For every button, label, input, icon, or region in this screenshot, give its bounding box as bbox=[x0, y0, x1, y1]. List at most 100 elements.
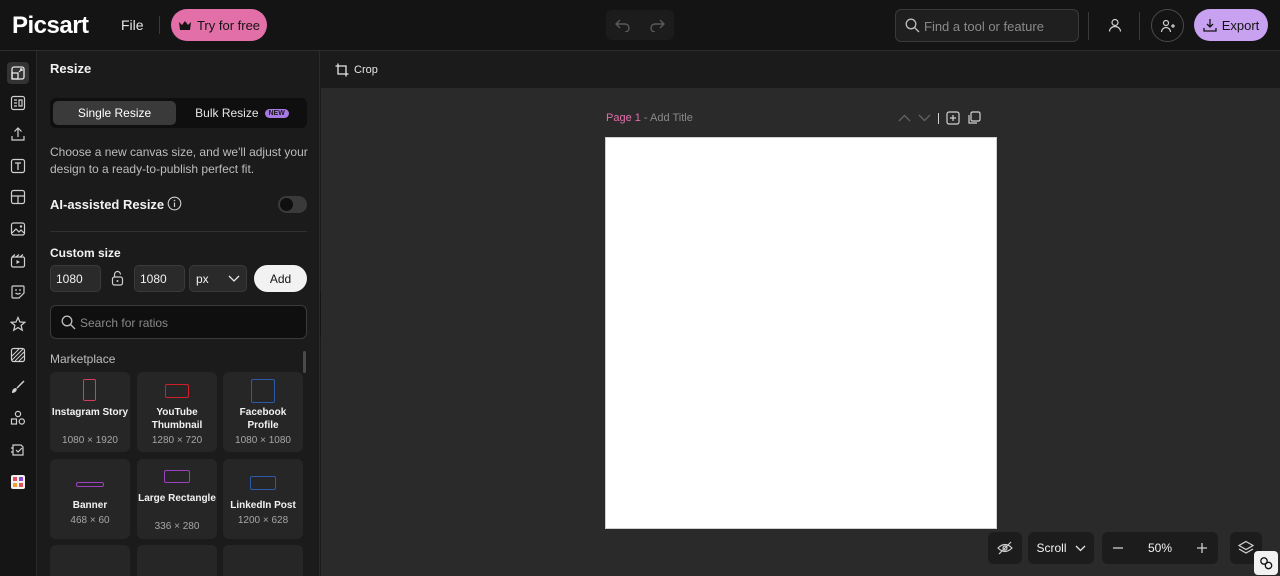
view-mode-select[interactable]: Scroll bbox=[1028, 532, 1094, 564]
search-icon bbox=[61, 315, 76, 330]
page-title-input[interactable]: Add Title bbox=[650, 112, 693, 124]
photos-icon[interactable] bbox=[9, 220, 27, 238]
preset-size: 336 × 280 bbox=[154, 521, 200, 532]
preset-card-linkedin-post[interactable]: LinkedIn Post 1200 × 628 bbox=[223, 459, 303, 539]
facebook-thumb bbox=[251, 379, 275, 403]
elements-icon[interactable] bbox=[9, 409, 27, 427]
width-input[interactable]: 1080 bbox=[50, 265, 101, 292]
upload-icon[interactable] bbox=[9, 125, 27, 143]
layout-icon[interactable] bbox=[9, 188, 27, 206]
undo-redo-group bbox=[606, 10, 674, 40]
assistant-button[interactable] bbox=[1254, 551, 1278, 575]
panel-title: Resize bbox=[50, 61, 92, 76]
share-button[interactable] bbox=[1151, 9, 1184, 42]
try-for-free-label: Try for free bbox=[196, 17, 261, 33]
crown-icon bbox=[178, 20, 191, 30]
visibility-toggle[interactable] bbox=[988, 532, 1022, 564]
lock-icon[interactable] bbox=[111, 270, 124, 286]
preset-size: 1200 × 628 bbox=[237, 515, 289, 526]
backgrounds-icon[interactable] bbox=[9, 346, 27, 364]
ai-tools-icon[interactable] bbox=[9, 441, 27, 459]
ratio-search-input[interactable]: Search for ratios bbox=[50, 305, 307, 339]
preset-card-instagram-story[interactable]: Instagram Story 1080 × 1920 bbox=[50, 372, 130, 452]
resize-description: Choose a new canvas size, and we'll adju… bbox=[50, 145, 308, 176]
preset-name: YouTube Thumbnail bbox=[151, 407, 203, 431]
chevron-up-icon[interactable] bbox=[898, 114, 911, 122]
zoom-level[interactable]: 50% bbox=[1148, 541, 1172, 555]
unit-value: px bbox=[196, 272, 209, 286]
chevron-down-icon bbox=[228, 275, 240, 282]
info-icon[interactable] bbox=[167, 196, 182, 211]
preset-name: Instagram Story bbox=[51, 407, 129, 418]
youtube-thumb bbox=[165, 384, 189, 398]
search-icon bbox=[905, 18, 920, 33]
preset-card-facebook-profile[interactable]: Facebook Profile 1080 × 1080 bbox=[223, 372, 303, 452]
stickers-icon[interactable] bbox=[9, 283, 27, 301]
context-toolbar: Crop bbox=[321, 51, 1280, 89]
zoom-out-icon[interactable] bbox=[1112, 542, 1124, 554]
preset-card[interactable] bbox=[50, 545, 130, 576]
zoom-control: 50% bbox=[1102, 532, 1218, 564]
linkedin-thumb bbox=[250, 476, 276, 490]
ai-resize-toggle[interactable] bbox=[278, 196, 307, 213]
preset-name: Facebook Profile bbox=[239, 407, 287, 431]
page-header: Page 1 - Add Title bbox=[606, 112, 693, 124]
chevron-down-icon[interactable] bbox=[918, 114, 931, 122]
instagram-story-thumb bbox=[83, 379, 96, 401]
favorites-icon[interactable] bbox=[9, 315, 27, 333]
duplicate-page-icon[interactable] bbox=[967, 111, 981, 125]
tool-search-placeholder: Find a tool or feature bbox=[924, 19, 1044, 34]
brush-icon[interactable] bbox=[9, 378, 27, 396]
preset-size: 1280 × 720 bbox=[151, 435, 203, 446]
page-number: Page 1 bbox=[606, 112, 641, 124]
large-rectangle-thumb bbox=[164, 470, 190, 483]
page-separator: - bbox=[640, 112, 651, 124]
preset-card-youtube-thumbnail[interactable]: YouTube Thumbnail 1280 × 720 bbox=[137, 372, 217, 452]
preset-card-large-rectangle[interactable]: Large Rectangle 336 × 280 bbox=[137, 459, 217, 539]
custom-size-label: Custom size bbox=[50, 246, 121, 260]
export-button[interactable]: Export bbox=[1194, 9, 1268, 41]
ratio-search-placeholder: Search for ratios bbox=[80, 316, 169, 330]
unit-select[interactable]: px bbox=[189, 265, 247, 292]
text-icon[interactable] bbox=[9, 157, 27, 175]
scrollbar[interactable] bbox=[303, 351, 306, 373]
templates-icon[interactable] bbox=[9, 94, 27, 112]
divider bbox=[1088, 12, 1089, 40]
divider bbox=[1139, 12, 1140, 40]
chevron-down-icon bbox=[1075, 545, 1085, 551]
ai-resize-label: AI-assisted Resize bbox=[50, 197, 165, 212]
preset-size: 1080 × 1080 bbox=[235, 435, 291, 446]
canvas-page[interactable] bbox=[605, 137, 997, 529]
crop-icon bbox=[335, 63, 349, 77]
picsart-logo[interactable]: Picsart bbox=[12, 12, 89, 40]
preset-card[interactable] bbox=[223, 545, 303, 576]
section-label: Marketplace bbox=[50, 352, 116, 366]
view-mode-label: Scroll bbox=[1036, 541, 1067, 555]
zoom-in-icon[interactable] bbox=[1196, 542, 1208, 554]
preset-card[interactable] bbox=[137, 545, 217, 576]
preset-size: 1080 × 1920 bbox=[62, 435, 118, 446]
tool-rail bbox=[0, 51, 37, 576]
try-for-free-button[interactable]: Try for free bbox=[171, 9, 267, 41]
user-icon bbox=[1108, 18, 1122, 32]
divider bbox=[50, 231, 307, 232]
resize-app-icon[interactable] bbox=[9, 473, 27, 491]
height-input[interactable]: 1080 bbox=[134, 265, 185, 292]
profile-button[interactable] bbox=[1100, 10, 1130, 40]
divider bbox=[938, 112, 939, 124]
tab-bulk-resize[interactable]: Bulk Resize NEW bbox=[180, 101, 304, 125]
redo-icon[interactable] bbox=[649, 18, 665, 32]
add-page-icon[interactable] bbox=[946, 111, 960, 125]
divider bbox=[159, 16, 160, 34]
undo-icon[interactable] bbox=[615, 18, 631, 32]
banner-thumb bbox=[76, 482, 104, 487]
download-icon bbox=[1203, 19, 1217, 32]
tool-search-input[interactable]: Find a tool or feature bbox=[895, 9, 1079, 42]
tab-single-resize[interactable]: Single Resize bbox=[53, 101, 176, 125]
add-size-button[interactable]: Add bbox=[254, 265, 307, 292]
file-menu[interactable]: File bbox=[121, 17, 144, 33]
video-icon[interactable] bbox=[9, 252, 27, 270]
preset-card-banner[interactable]: Banner 468 × 60 bbox=[50, 459, 130, 539]
crop-button[interactable]: Crop bbox=[335, 63, 378, 77]
design-icon[interactable] bbox=[7, 62, 29, 84]
